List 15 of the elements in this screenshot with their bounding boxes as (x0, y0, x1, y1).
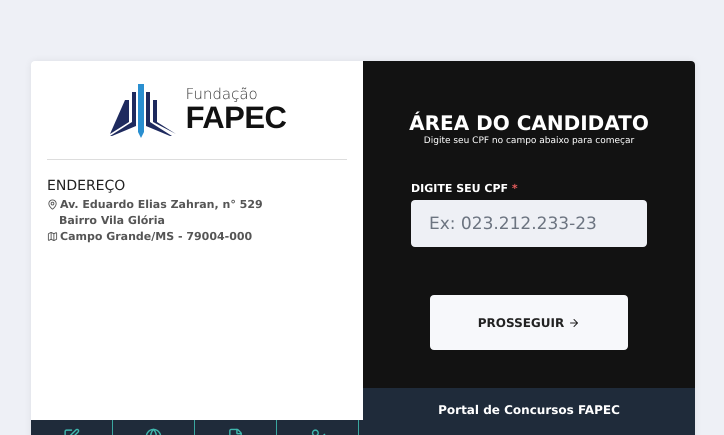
logo-wordmark: FAPEC (186, 102, 286, 133)
logo-subtitle: Fundação (186, 87, 259, 102)
arrow-icon (568, 316, 580, 328)
map-icon (47, 231, 58, 242)
proceed-button[interactable]: PROSSEGUIR (430, 295, 628, 350)
footer-text: Portal de Concursos FAPEC (438, 403, 620, 419)
field-label: DIGITE SEU CPF * (411, 182, 518, 195)
district-text: Bairro Vila Glória (59, 214, 165, 227)
cpf-input[interactable]: Ex: 023.212.233-23 (411, 200, 647, 247)
location-pin-icon (47, 199, 58, 210)
city-text: Campo Grande/MS - 79004-000 (60, 230, 252, 243)
panel-subtitle: Digite seu CPF no campo abaixo para começar (424, 136, 634, 146)
address-heading: ENDEREÇO (47, 178, 126, 194)
street-address: Av. Eduardo Elias Zahran, n° 529 (60, 198, 263, 211)
panel-title: ÁREA DO CANDIDATO (409, 111, 649, 135)
